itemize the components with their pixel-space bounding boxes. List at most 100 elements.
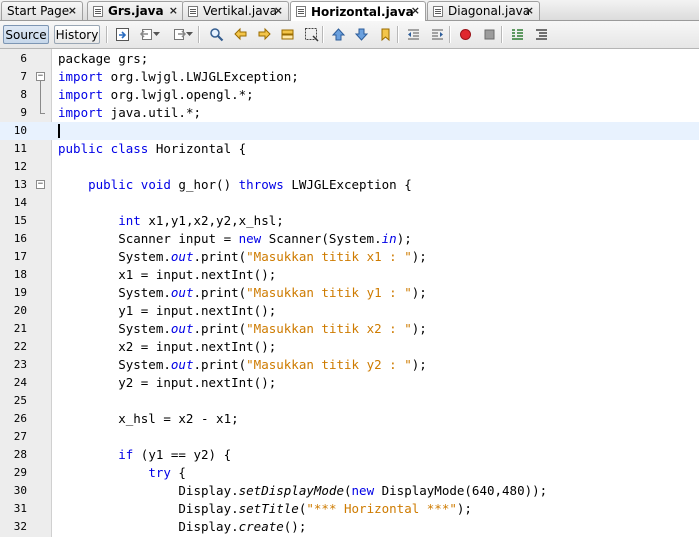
code-line: 11 public class Horizontal {	[0, 140, 699, 158]
code-text: package grs;	[58, 50, 148, 68]
line-number: 31	[13, 502, 27, 515]
tab-label: Vertikal.java	[203, 4, 278, 18]
line-number: 8	[20, 88, 27, 101]
code-line: 25	[0, 392, 699, 410]
code-token: );	[411, 285, 427, 300]
tab-vertikal-java[interactable]: Vertikal.java ×	[182, 1, 289, 20]
shift-right-icon[interactable]	[428, 26, 446, 43]
close-tab-icon[interactable]: ×	[274, 4, 283, 17]
code-token: );	[411, 357, 427, 372]
tab-start-page[interactable]: Start Page ×	[1, 1, 83, 20]
code-text: System.out.print("Masukkan titik x1 : ")…	[58, 248, 427, 266]
code-token: Scanner(System.	[261, 231, 382, 246]
code-token: g_hor()	[170, 177, 239, 192]
find-selection-icon[interactable]	[302, 26, 320, 43]
history-button[interactable]: History	[54, 25, 100, 44]
editor-tab-bar: Start Page × Grs.java × Vertikal.java × Horizo…	[0, 0, 699, 21]
previous-bookmark-icon[interactable]	[329, 26, 347, 43]
code-text: Display.create();	[58, 518, 306, 536]
code-line: 15 int x1,y1,x2,y2,x_hsl;	[0, 212, 699, 230]
toolbar-separator	[397, 26, 398, 43]
fold-guide-line	[40, 81, 41, 113]
tab-grs-java[interactable]: Grs.java ×	[87, 1, 184, 20]
fold-toggle-icon[interactable]: −	[36, 72, 45, 81]
string-literal: "*** Horizontal ***"	[306, 501, 457, 516]
code-token: y1 = input.nextInt();	[58, 303, 277, 318]
line-number: 32	[13, 520, 27, 533]
keyword-token: try	[148, 465, 171, 480]
code-line: 23 System.out.print("Masukkan titik y2 :…	[0, 356, 699, 374]
code-line: 16 Scanner input = new Scanner(System.in…	[0, 230, 699, 248]
line-number: 28	[13, 448, 27, 461]
tab-horizontal-java[interactable]: Horizontal.java ×	[290, 1, 426, 21]
tab-diagonal-java[interactable]: Diagonal.java ×	[427, 1, 540, 20]
keyword-token: create	[238, 519, 284, 534]
code-token: Display.	[58, 483, 239, 498]
dropdown-arrow-icon[interactable]	[152, 26, 160, 43]
code-token: System.	[58, 321, 171, 336]
keyword-token: setTitle	[238, 501, 299, 516]
code-token: org.lwjgl.LWJGLException;	[103, 69, 299, 84]
shift-left-icon[interactable]	[404, 26, 422, 43]
code-line: 32 Display.create();	[0, 518, 699, 536]
code-line: 13− public void g_hor() throws LWJGLExce…	[0, 176, 699, 194]
code-token: .print(	[193, 321, 247, 336]
comment-icon[interactable]	[508, 26, 526, 43]
close-tab-icon[interactable]: ×	[411, 4, 420, 17]
last-edit-icon[interactable]	[113, 26, 131, 43]
line-number: 23	[13, 358, 27, 371]
toggle-bookmark-icon[interactable]	[376, 26, 394, 43]
code-token: System.	[58, 357, 171, 372]
line-number: 15	[13, 214, 27, 227]
code-text: public class Horizontal {	[58, 140, 246, 158]
code-token: DisplayMode(640,480));	[374, 483, 548, 498]
fold-toggle-icon[interactable]: −	[36, 180, 45, 189]
code-token: );	[411, 249, 427, 264]
keyword-token: new	[351, 483, 375, 498]
code-token: ();	[283, 519, 307, 534]
code-line: 9 import java.util.*;	[0, 104, 699, 122]
code-text: Display.setTitle("*** Horizontal ***");	[58, 500, 472, 518]
find-icon[interactable]	[207, 26, 225, 43]
toggle-highlight-icon[interactable]	[278, 26, 296, 43]
line-number: 21	[13, 322, 27, 335]
keyword-token: in	[381, 231, 397, 246]
code-line: 17 System.out.print("Masukkan titik x1 :…	[0, 248, 699, 266]
find-previous-icon[interactable]	[231, 26, 249, 43]
string-literal: "Masukkan titik x2 : "	[246, 321, 412, 336]
fold-guide-end	[40, 113, 45, 114]
code-line: 20 y1 = input.nextInt();	[0, 302, 699, 320]
code-line: 6 package grs;	[0, 50, 699, 68]
next-bookmark-icon[interactable]	[352, 26, 370, 43]
editor-toolbar: Source History	[0, 21, 699, 49]
dropdown-arrow-icon[interactable]	[185, 26, 193, 43]
source-button[interactable]: Source	[3, 25, 49, 44]
close-tab-icon[interactable]: ×	[68, 4, 77, 17]
code-token: .print(	[193, 285, 247, 300]
keyword-token: out	[170, 285, 194, 300]
line-number: 22	[13, 340, 27, 353]
line-number: 13	[13, 178, 27, 191]
start-macro-icon[interactable]	[456, 26, 474, 43]
close-tab-icon[interactable]: ×	[525, 4, 534, 17]
code-editor[interactable]: 6 package grs; 7− import org.lwjgl.LWJGLExc…	[0, 49, 699, 537]
code-token: (y1 == y2) {	[133, 447, 232, 462]
code-text: Scanner input = new Scanner(System.in);	[58, 230, 412, 248]
code-text: import java.util.*;	[58, 104, 201, 122]
code-token: Display.	[58, 519, 239, 534]
line-number: 19	[13, 286, 27, 299]
code-text: x1 = input.nextInt();	[58, 266, 276, 284]
close-tab-icon[interactable]: ×	[169, 4, 178, 17]
keyword-token: out	[170, 249, 194, 264]
code-line: 30 Display.setDisplayMode(new DisplayMod…	[0, 482, 699, 500]
code-line: 29 try {	[0, 464, 699, 482]
code-token: x2 = input.nextInt();	[58, 339, 277, 354]
code-text: Display.setDisplayMode(new DisplayMode(6…	[58, 482, 547, 500]
code-token: java.util.*;	[103, 105, 201, 120]
find-next-icon[interactable]	[255, 26, 273, 43]
uncomment-icon[interactable]	[532, 26, 550, 43]
code-token: .print(	[193, 249, 247, 264]
stop-macro-icon[interactable]	[480, 26, 498, 43]
